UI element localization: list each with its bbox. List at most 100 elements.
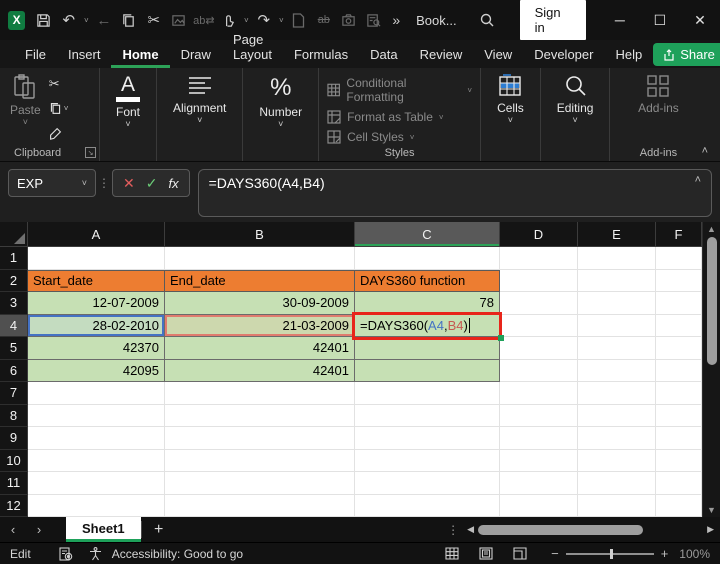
cell-E10[interactable]: [578, 449, 656, 472]
cell-A8[interactable]: [28, 404, 165, 427]
col-header-e[interactable]: E: [578, 222, 656, 247]
editing-menu-button[interactable]: Editing ˅: [549, 74, 602, 145]
cell-B1[interactable]: [165, 247, 355, 270]
minimize-button[interactable]: ─: [600, 0, 640, 40]
cell-B10[interactable]: [165, 449, 355, 472]
fill-handle[interactable]: [498, 335, 504, 341]
undo-icon[interactable]: ↶: [56, 7, 81, 33]
cell-D5[interactable]: [500, 337, 578, 360]
cell-C6[interactable]: [355, 359, 500, 382]
cell-C10[interactable]: [355, 449, 500, 472]
row-header-3[interactable]: 3: [0, 292, 28, 315]
row-header-11[interactable]: 11: [0, 472, 28, 495]
cell-E6[interactable]: [578, 359, 656, 382]
cell-A4[interactable]: 28-02-2010: [28, 314, 165, 337]
formula-input[interactable]: =DAYS360(A4,B4) ˄: [197, 169, 712, 217]
vertical-scroll-thumb[interactable]: [707, 237, 717, 365]
cell-E1[interactable]: [578, 247, 656, 270]
collapse-ribbon-icon[interactable]: ˄: [702, 145, 708, 157]
zoom-slider-thumb[interactable]: [609, 548, 613, 559]
tab-review[interactable]: Review: [409, 43, 474, 68]
cell-D10[interactable]: [500, 449, 578, 472]
row-header-6[interactable]: 6: [0, 359, 28, 382]
cell-A12[interactable]: [28, 494, 165, 517]
number-menu-button[interactable]: % Number ˅: [251, 74, 310, 145]
col-header-b[interactable]: B: [165, 222, 355, 247]
page-break-preview-icon[interactable]: [513, 547, 527, 560]
qat-overflow-button[interactable]: »: [392, 12, 400, 28]
accessibility-icon[interactable]: [89, 546, 102, 561]
row-header-2[interactable]: 2: [0, 269, 28, 292]
tab-insert[interactable]: Insert: [57, 43, 112, 68]
cell-F10[interactable]: [656, 449, 702, 472]
save-icon[interactable]: [31, 7, 56, 33]
next-sheet-icon[interactable]: ›: [26, 517, 52, 542]
tab-draw[interactable]: Draw: [170, 43, 222, 68]
cell-D6[interactable]: [500, 359, 578, 382]
tab-data[interactable]: Data: [359, 43, 408, 68]
cell-E5[interactable]: [578, 337, 656, 360]
cell-A6[interactable]: 42095: [28, 359, 165, 382]
cell-A3[interactable]: 12-07-2009: [28, 292, 165, 315]
col-header-a[interactable]: A: [28, 222, 165, 247]
touch-mode-dropdown-icon[interactable]: ˅: [241, 16, 251, 25]
zoom-slider[interactable]: [565, 548, 654, 559]
cell-F9[interactable]: [656, 427, 702, 450]
cell-B8[interactable]: [165, 404, 355, 427]
vertical-scrollbar[interactable]: ▲ ▼: [702, 222, 720, 517]
cell-D4[interactable]: [500, 314, 578, 337]
macro-record-icon[interactable]: [59, 546, 73, 561]
cell-A2[interactable]: Start_date: [28, 269, 165, 292]
cut-button[interactable]: ✂: [49, 76, 69, 92]
cell-B6[interactable]: 42401: [165, 359, 355, 382]
cell-F1[interactable]: [656, 247, 702, 270]
cell-F7[interactable]: [656, 382, 702, 405]
row-header-1[interactable]: 1: [0, 247, 28, 270]
cell-D8[interactable]: [500, 404, 578, 427]
cell-B7[interactable]: [165, 382, 355, 405]
cell-F8[interactable]: [656, 404, 702, 427]
cell-F5[interactable]: [656, 337, 702, 360]
row-header-5[interactable]: 5: [0, 337, 28, 360]
cell-styles-button[interactable]: Cell Styles ˅: [327, 130, 472, 144]
zoom-in-icon[interactable]: +: [661, 546, 669, 561]
row-header-12[interactable]: 12: [0, 494, 28, 517]
cell-B2[interactable]: End_date: [165, 269, 355, 292]
cell-E2[interactable]: [578, 269, 656, 292]
accessibility-status[interactable]: Accessibility: Good to go: [112, 547, 243, 561]
cell-A5[interactable]: 42370: [28, 337, 165, 360]
cell-A11[interactable]: [28, 472, 165, 495]
scroll-left-icon[interactable]: ◀: [467, 524, 474, 535]
formula-bar-expand-icon[interactable]: ˄: [695, 174, 701, 186]
sign-in-button[interactable]: Sign in: [519, 0, 586, 40]
cancel-icon[interactable]: ✕: [123, 175, 135, 192]
tab-page-layout[interactable]: Page Layout: [222, 28, 283, 68]
alignment-menu-button[interactable]: Alignment ˅: [165, 74, 234, 145]
cell-F6[interactable]: [656, 359, 702, 382]
cell-B3[interactable]: 30-09-2009: [165, 292, 355, 315]
add-sheet-button[interactable]: +: [142, 517, 176, 542]
scroll-down-icon[interactable]: ▼: [703, 505, 720, 515]
col-header-f[interactable]: F: [656, 222, 702, 247]
cell-C1[interactable]: [355, 247, 500, 270]
cell-F11[interactable]: [656, 472, 702, 495]
row-header-4[interactable]: 4: [0, 314, 28, 337]
insert-function-icon[interactable]: fx: [168, 176, 178, 191]
cell-F2[interactable]: [656, 269, 702, 292]
cell-C8[interactable]: [355, 404, 500, 427]
cell-B11[interactable]: [165, 472, 355, 495]
name-box-dropdown-icon[interactable]: ˅: [82, 178, 87, 188]
cell-B9[interactable]: [165, 427, 355, 450]
row-header-9[interactable]: 9: [0, 427, 28, 450]
scroll-right-icon[interactable]: ▶: [707, 524, 714, 535]
cell-A10[interactable]: [28, 449, 165, 472]
col-header-d[interactable]: D: [500, 222, 578, 247]
copy-icon[interactable]: [116, 7, 141, 33]
sheet-tab-sheet1[interactable]: Sheet1: [66, 517, 141, 542]
cell-E7[interactable]: [578, 382, 656, 405]
horizontal-scroll-thumb[interactable]: [478, 524, 644, 535]
cell-C2[interactable]: DAYS360 function: [355, 269, 500, 292]
cell-E12[interactable]: [578, 494, 656, 517]
cell-B5[interactable]: 42401: [165, 337, 355, 360]
cell-F12[interactable]: [656, 494, 702, 517]
